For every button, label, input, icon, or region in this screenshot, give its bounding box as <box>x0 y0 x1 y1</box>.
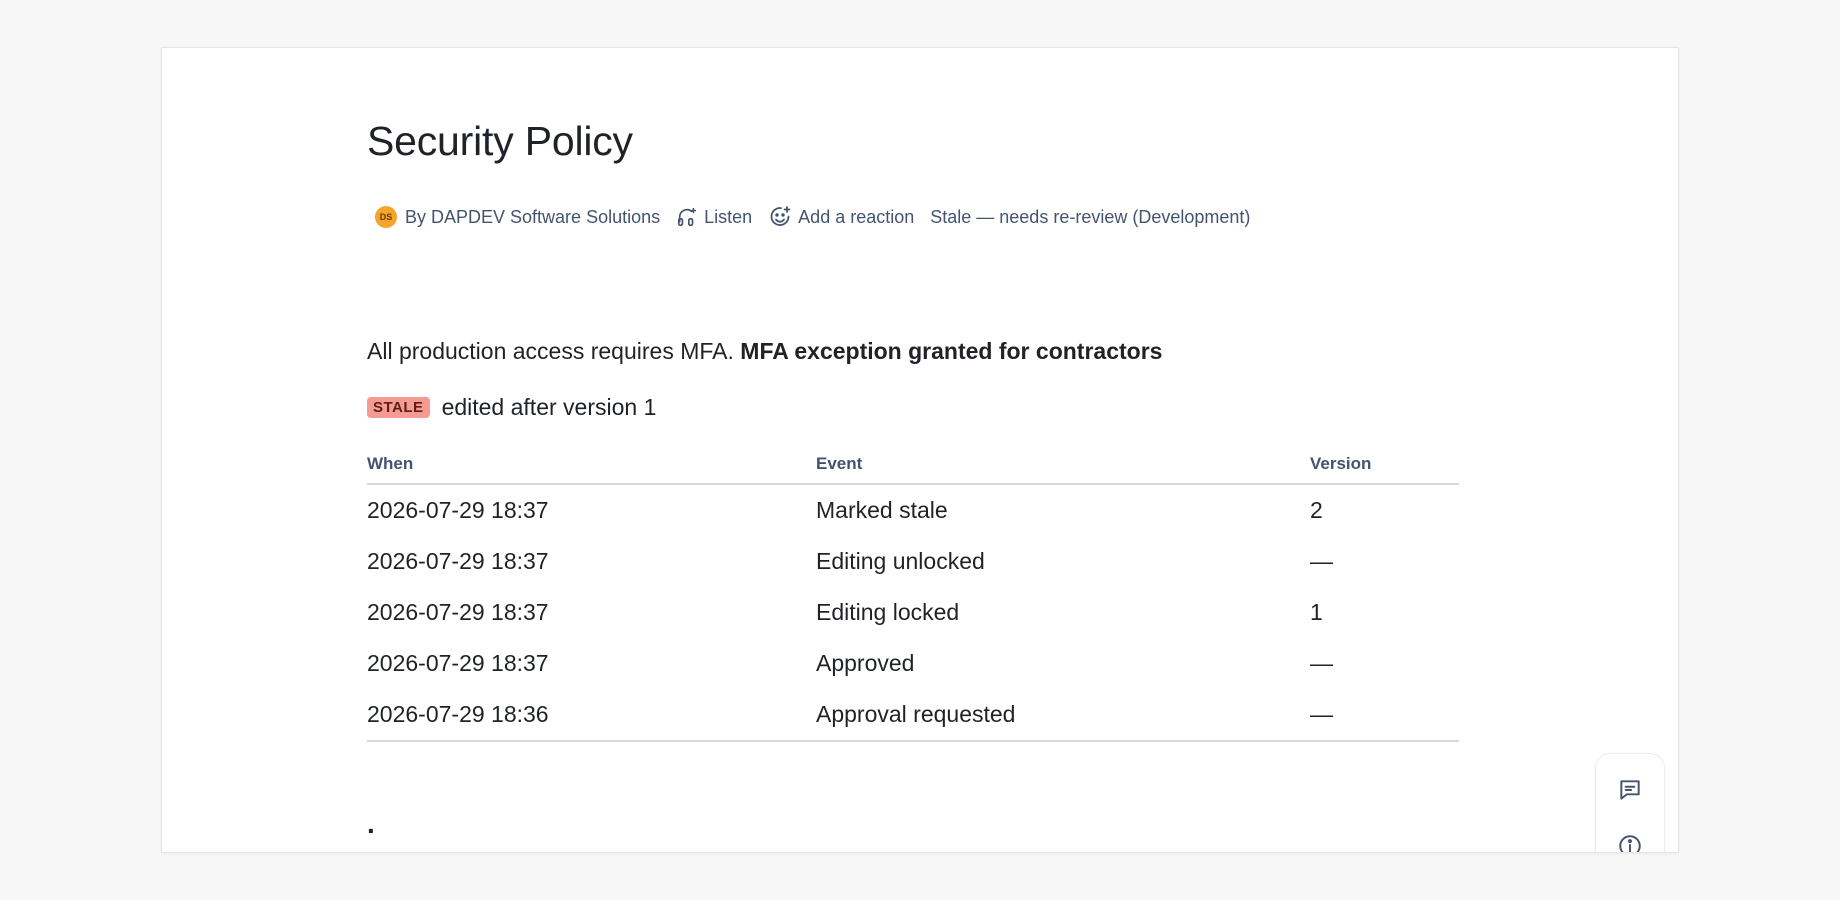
table-row: 2026-07-29 18:37 Editing locked 1 <box>367 587 1459 638</box>
page-card: Security Policy DS By DAPDEV Software So… <box>162 48 1678 852</box>
headphones-icon <box>678 207 697 227</box>
cell-version: — <box>1310 650 1333 676</box>
status-badge: STALE <box>367 397 430 418</box>
table-row: 2026-07-29 18:37 Approved — <box>367 638 1459 689</box>
table-row: 2026-07-29 18:37 Editing unlocked — <box>367 536 1459 587</box>
table-row: 2026-07-29 18:36 Approval requested — <box>367 689 1459 742</box>
cell-version: 2 <box>1310 497 1323 523</box>
cell-event: Marked stale <box>816 497 948 523</box>
page-title: Security Policy <box>367 118 633 164</box>
cell-when: 2026-07-29 18:37 <box>367 599 549 625</box>
comment-icon <box>1620 780 1640 800</box>
cell-version: — <box>1310 689 1459 742</box>
cell-when: 2026-07-29 18:37 <box>367 548 549 574</box>
cell-when: 2026-07-29 18:36 <box>367 689 816 742</box>
listen-label: Listen <box>704 206 753 227</box>
stale-notice: STALE edited after version 1 <box>367 394 656 421</box>
byline: DS By DAPDEV Software Solutions Listen A… <box>375 203 1250 231</box>
cell-when: 2026-07-29 18:37 <box>367 497 549 523</box>
trailing-paragraph[interactable]: . <box>367 808 375 840</box>
author-link[interactable]: DS By DAPDEV Software Solutions <box>375 206 660 228</box>
listen-button[interactable]: Listen <box>676 206 752 228</box>
column-header-version: Version <box>1310 448 1459 485</box>
cell-version: — <box>1310 548 1333 574</box>
details-button[interactable] <box>1614 830 1646 852</box>
events-table: When Event Version 2026-07-29 18:37 Mark… <box>367 448 1459 742</box>
emoji-add-icon <box>770 206 791 226</box>
cell-event: Editing locked <box>816 599 960 625</box>
cell-when: 2026-07-29 18:37 <box>367 650 549 676</box>
column-header-event: Event <box>816 448 1310 485</box>
comments-button[interactable] <box>1614 774 1646 806</box>
body-paragraph: All production access requires MFA. MFA … <box>367 338 1162 365</box>
page-status[interactable]: Stale — needs re-review (Development) <box>930 207 1250 228</box>
body-text-plain: All production access requires MFA. <box>367 338 734 364</box>
table-header-row: When Event Version <box>367 448 1459 485</box>
cell-event: Editing unlocked <box>816 548 985 574</box>
avatar: DS <box>375 206 397 228</box>
add-reaction-button[interactable]: Add a reaction <box>768 205 914 229</box>
table-row: 2026-07-29 18:37 Marked stale 2 <box>367 484 1459 536</box>
cell-event: Approval requested <box>816 689 1310 742</box>
stale-notice-text: edited after version 1 <box>441 394 657 420</box>
add-reaction-label: Add a reaction <box>798 206 915 227</box>
column-header-when: When <box>367 448 816 485</box>
body-text-bold: MFA exception granted for contractors <box>740 338 1163 364</box>
cell-version: 1 <box>1310 599 1323 625</box>
side-rail <box>1596 754 1664 852</box>
info-icon <box>1619 835 1641 852</box>
author-name: By DAPDEV Software Solutions <box>405 206 661 227</box>
cell-event: Approved <box>816 650 915 676</box>
